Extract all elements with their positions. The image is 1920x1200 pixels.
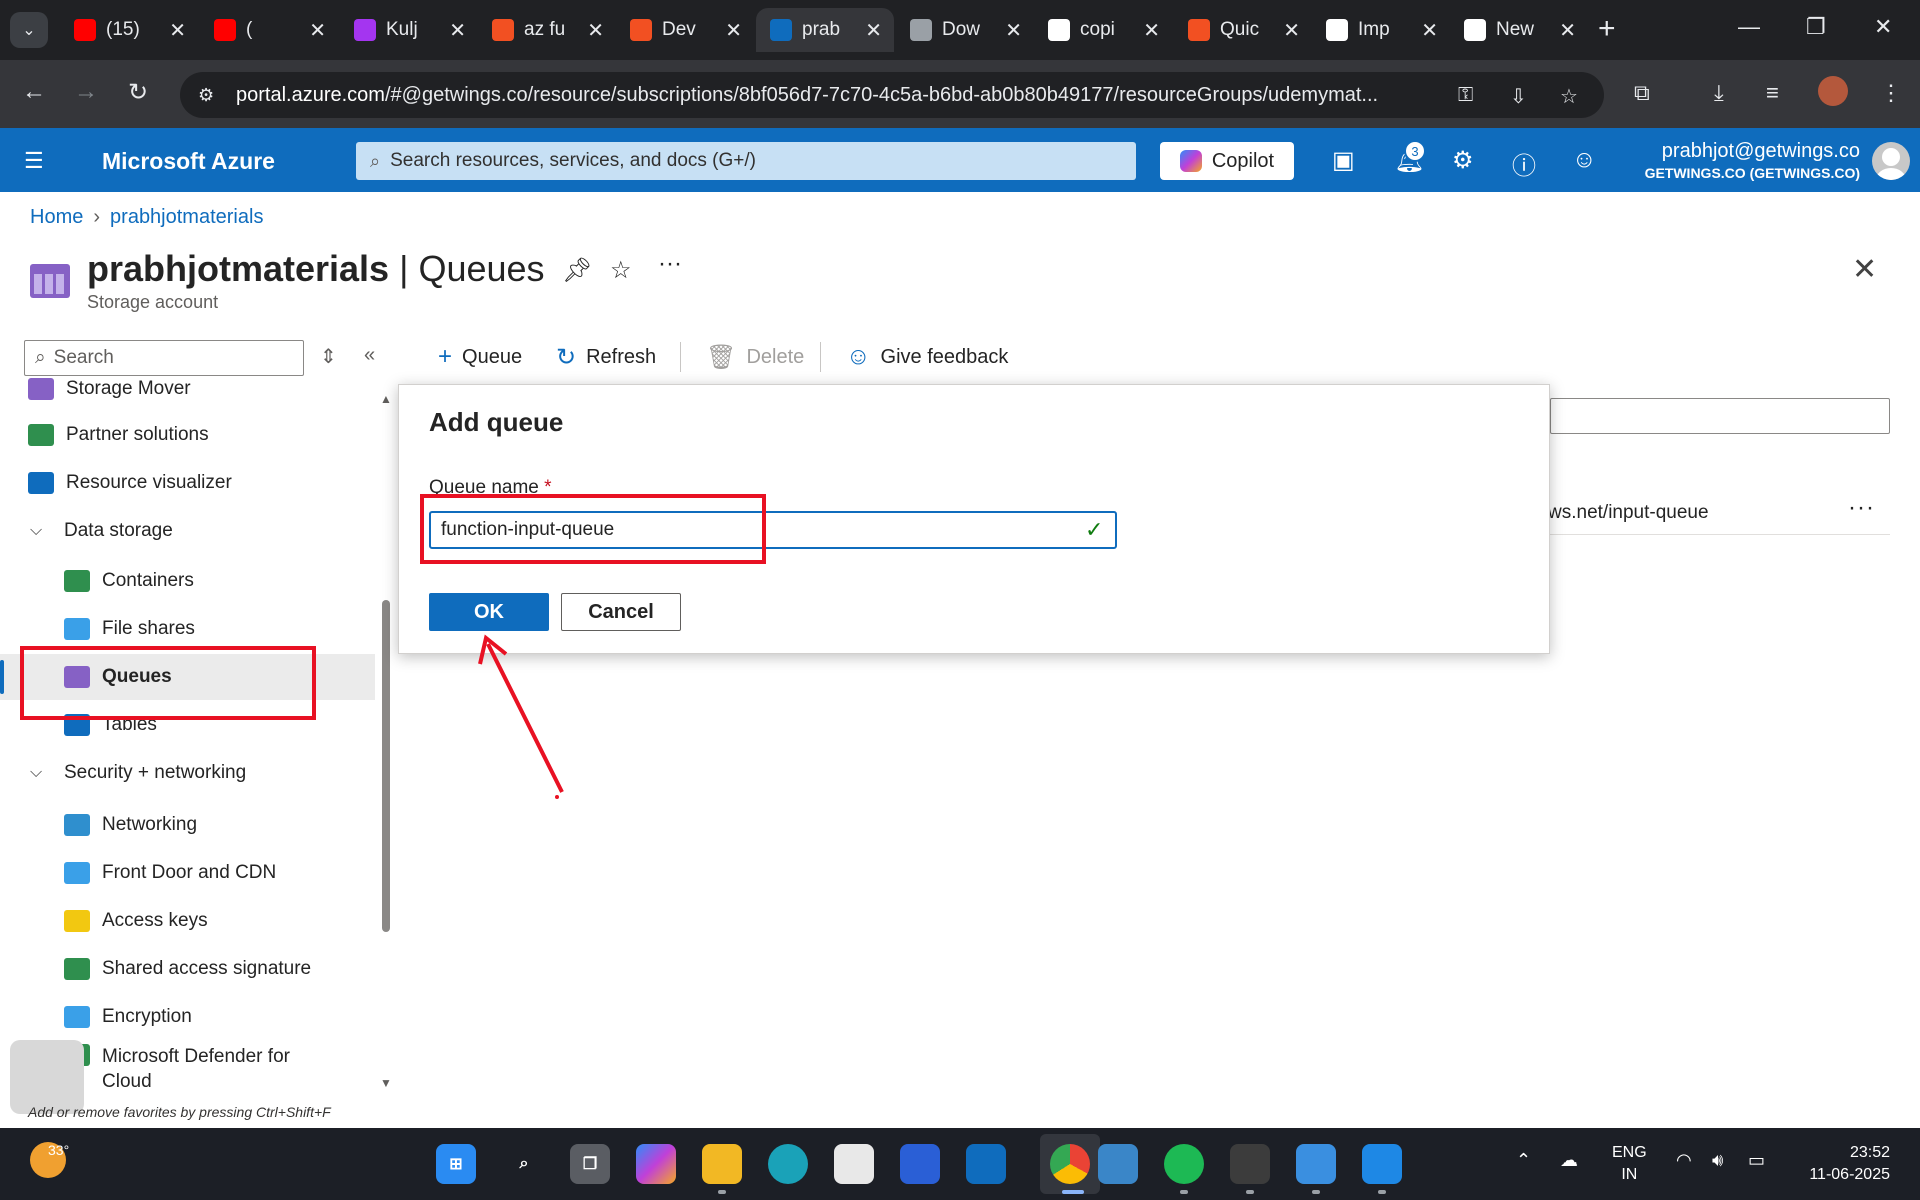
authenticator-icon[interactable] [900, 1144, 940, 1184]
running-indicator [1180, 1190, 1188, 1194]
show-hidden-icons[interactable]: ⌃ [1516, 1150, 1531, 1171]
store-icon[interactable] [834, 1144, 874, 1184]
volume-icon[interactable]: 🔊︎ [1712, 1150, 1723, 1171]
lang-line1: ENG [1612, 1144, 1647, 1161]
windows-start-icon[interactable]: ⊞ [436, 1144, 476, 1184]
wifi-icon[interactable]: ◠ [1676, 1150, 1692, 1171]
taskbar-search-icon[interactable]: ⌕ [504, 1144, 544, 1184]
edge-icon[interactable] [768, 1144, 808, 1184]
task-view-icon[interactable]: ❐ [570, 1144, 610, 1184]
outlook-icon[interactable] [966, 1144, 1006, 1184]
copilot-taskbar-icon[interactable] [636, 1144, 676, 1184]
language-indicator[interactable]: ENG IN [1612, 1142, 1647, 1186]
running-indicator [1378, 1190, 1386, 1194]
file-explorer-icon[interactable] [702, 1144, 742, 1184]
running-indicator [1246, 1190, 1254, 1194]
windows-taskbar: 33° ⊞ ⌕ ❐ ⌃ ☁ ENG IN ◠ 🔊︎ ▭ 23:52 11-06-20… [0, 1128, 1920, 1200]
clock-time: 23:52 [1849, 1144, 1890, 1161]
running-indicator [1312, 1190, 1320, 1194]
snipping-tool-icon[interactable] [1098, 1144, 1138, 1184]
battery-icon[interactable]: ▭ [1748, 1150, 1765, 1171]
clock-date: 11-06-2025 [1809, 1166, 1890, 1183]
weather-temperature: 33° [48, 1142, 70, 1158]
running-indicator [718, 1190, 726, 1194]
lang-line2: IN [1621, 1166, 1638, 1183]
chrome-icon[interactable] [1050, 1144, 1090, 1184]
terminal-icon[interactable] [1230, 1144, 1270, 1184]
vscode-icon[interactable] [1362, 1144, 1402, 1184]
spotify-icon[interactable] [1164, 1144, 1204, 1184]
notepad-icon[interactable] [1296, 1144, 1336, 1184]
system-clock[interactable]: 23:52 11-06-2025 [1790, 1142, 1890, 1186]
onedrive-icon[interactable]: ☁ [1560, 1150, 1578, 1171]
active-indicator [1062, 1190, 1084, 1194]
annotation-arrow [478, 634, 564, 799]
